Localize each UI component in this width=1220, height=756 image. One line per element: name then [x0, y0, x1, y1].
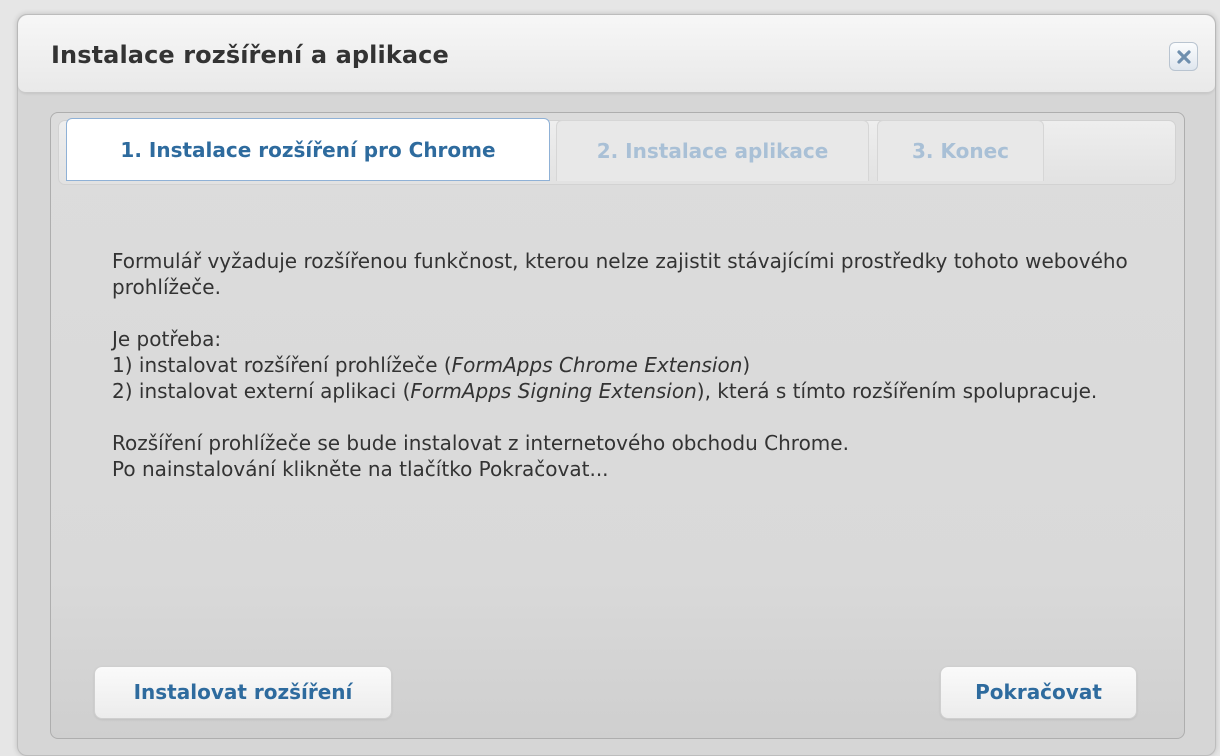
dialog-titlebar: Instalace rozšíření a aplikace: [18, 15, 1215, 93]
intro-paragraph: Formulář vyžaduje rozšířenou funkčnost, …: [112, 249, 1128, 299]
requirement-item-1: 1) instalovat rozšíření prohlížeče (Form…: [112, 353, 751, 377]
instructions-text: Formulář vyžaduje rozšířenou funkčnost, …: [112, 248, 1142, 482]
application-name: FormApps Signing Extension: [410, 379, 697, 403]
tab-label: 2. Instalace aplikace: [596, 139, 829, 163]
continue-note: Po nainstalování klikněte na tlačítko Po…: [112, 457, 609, 481]
requirement-item-2: 2) instalovat externí aplikaci (FormApps…: [112, 379, 1098, 403]
tab-install-application[interactable]: 2. Instalace aplikace: [556, 120, 869, 181]
extension-name: FormApps Chrome Extension: [451, 353, 743, 377]
tab-label: 1. Instalace rozšíření pro Chrome: [120, 138, 496, 162]
install-dialog: Instalace rozšíření a aplikace 1. Instal…: [17, 14, 1216, 756]
tab-finish[interactable]: 3. Konec: [877, 120, 1044, 181]
install-extension-button[interactable]: Instalovat rozšíření: [94, 666, 392, 719]
tab-install-extension[interactable]: 1. Instalace rozšíření pro Chrome: [66, 118, 550, 181]
requirements-heading: Je potřeba:: [112, 327, 222, 351]
dialog-title: Instalace rozšíření a aplikace: [51, 41, 449, 69]
close-x-icon: [1177, 50, 1191, 64]
store-note: Rozšíření prohlížeče se bude instalovat …: [112, 431, 849, 455]
tab-label: 3. Konec: [911, 139, 1010, 163]
content-panel: 1. Instalace rozšíření pro Chrome 2. Ins…: [50, 112, 1185, 739]
close-button[interactable]: [1169, 42, 1198, 71]
continue-button[interactable]: Pokračovat: [940, 666, 1137, 719]
